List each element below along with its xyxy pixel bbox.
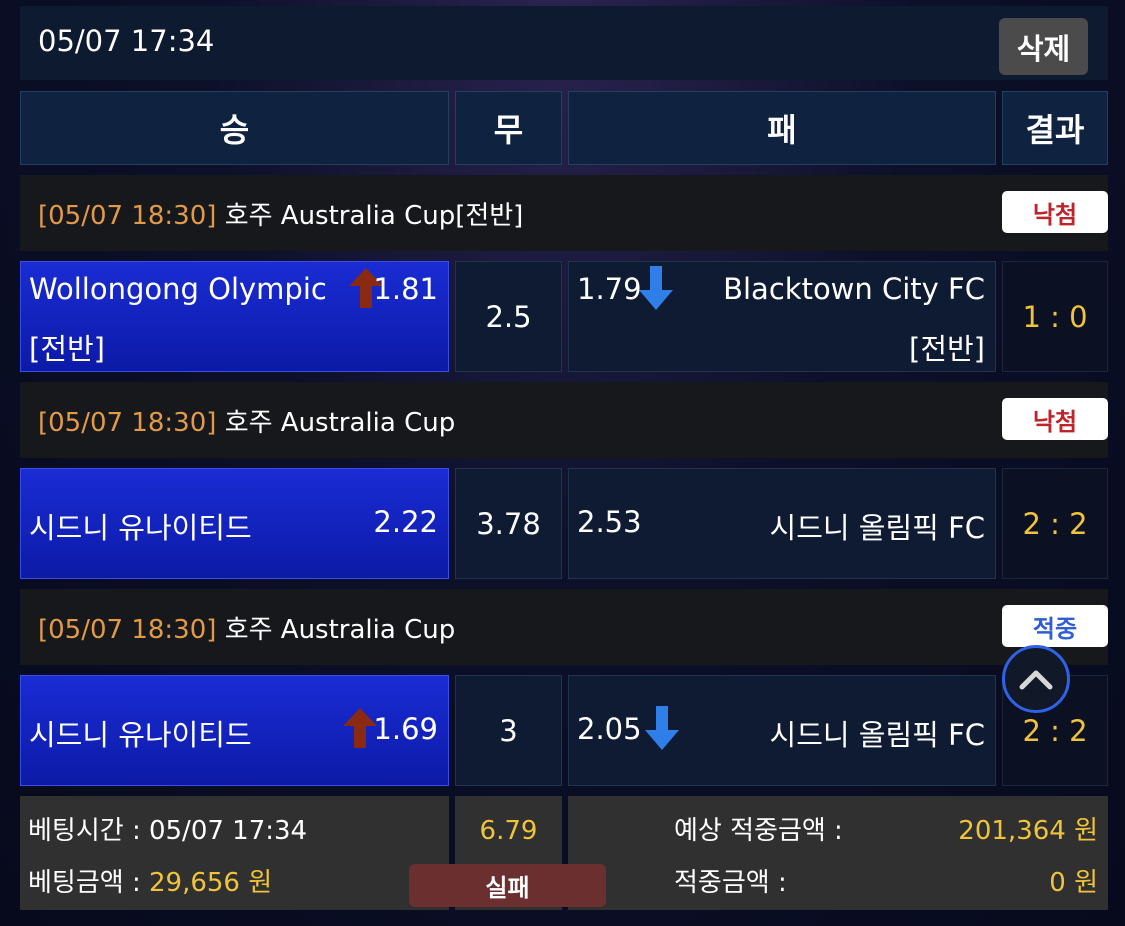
expected-win-label: 예상 적중금액 : xyxy=(674,816,843,846)
column-header-result: 결과 xyxy=(1002,91,1108,165)
match-date: [05/07 18:30] xyxy=(38,201,217,231)
total-odd: 6.79 xyxy=(479,816,538,846)
draw-odd-cell[interactable]: 2.5 xyxy=(455,261,562,372)
draw-odd-cell[interactable]: 3.78 xyxy=(455,468,562,579)
bet-slip-header: 05/07 17:34 삭제 xyxy=(20,6,1108,80)
bet-summary-right: 예상 적중금액 : 201,364 원 적중금액 : 0 원 xyxy=(568,796,1108,910)
home-odd: 1.69 xyxy=(373,712,438,746)
home-odd-cell[interactable]: Wollongong Olympic [전반] 1.81 xyxy=(20,261,449,372)
match-league-row: [05/07 18:30] 호주 Australia Cup 적중 xyxy=(20,589,1108,665)
match-score: 2 : 2 xyxy=(1002,468,1108,579)
away-team-name: Blacktown City FC xyxy=(723,272,985,306)
bet-summary-left: 베팅시간 : 05/07 17:34 베팅금액 : 29,656 원 xyxy=(20,796,449,910)
bet-time: 베팅시간 : 05/07 17:34 xyxy=(28,816,308,846)
league-name: 호주 Australia Cup xyxy=(224,615,456,645)
status-badge: 적중 xyxy=(1002,605,1108,647)
arrow-down-icon xyxy=(639,266,673,310)
home-odd: 2.22 xyxy=(373,505,438,539)
bet-status-badge: 실패 xyxy=(409,864,606,907)
home-odd-cell[interactable]: 시드니 유나이티드 1.69 xyxy=(20,675,449,786)
match-score: 1 : 0 xyxy=(1002,261,1108,372)
away-team-name: 시드니 올림픽 FC xyxy=(769,511,985,545)
delete-button[interactable]: 삭제 xyxy=(999,18,1088,75)
league-name: 호주 Australia Cup[전반] xyxy=(224,201,524,231)
home-odd-cell[interactable]: 시드니 유나이티드 2.22 xyxy=(20,468,449,579)
home-team-name: 시드니 유나이티드 xyxy=(29,718,252,752)
bet-amount-value: 29,656 원 xyxy=(148,868,273,898)
chevron-up-icon xyxy=(1019,670,1053,690)
bet-amount-label: 베팅금액 : xyxy=(28,868,149,898)
won-amount-label: 적중금액 : xyxy=(674,868,787,898)
match-league-row: [05/07 18:30] 호주 Australia Cup 낙첨 xyxy=(20,382,1108,458)
home-team-name: Wollongong Olympic xyxy=(29,272,327,306)
match-date: [05/07 18:30] xyxy=(38,408,217,438)
draw-odd-cell[interactable]: 3 xyxy=(455,675,562,786)
arrow-down-icon xyxy=(645,706,679,750)
match-date: [05/07 18:30] xyxy=(38,615,217,645)
slip-time: 05/07 17:34 xyxy=(38,24,215,58)
app-frame: 05/07 17:34 삭제 승 무 패 결과 [05/07 18:30] 호주… xyxy=(0,0,1125,926)
match-league-row: [05/07 18:30] 호주 Australia Cup[전반] 낙첨 xyxy=(20,175,1108,251)
away-odd: 2.53 xyxy=(577,505,642,539)
column-header-win: 승 xyxy=(20,91,449,165)
home-team-name: 시드니 유나이티드 xyxy=(29,511,252,545)
status-badge: 낙첨 xyxy=(1002,398,1108,440)
scroll-top-button[interactable] xyxy=(1002,645,1070,713)
expected-win-value: 201,364 원 xyxy=(958,816,1098,846)
away-odd: 1.79 xyxy=(577,272,642,306)
away-odd-cell[interactable]: 2.53 시드니 올림픽 FC xyxy=(568,468,996,579)
away-team-name: 시드니 올림픽 FC xyxy=(769,718,985,752)
away-odd-cell[interactable]: 2.05 시드니 올림픽 FC xyxy=(568,675,996,786)
arrow-up-icon xyxy=(343,708,377,748)
home-team-period: [전반] xyxy=(29,332,105,366)
away-odd-cell[interactable]: 1.79 Blacktown City FC [전반] xyxy=(568,261,996,372)
column-header-draw: 무 xyxy=(455,91,562,165)
away-odd: 2.05 xyxy=(577,712,642,746)
home-odd: 1.81 xyxy=(373,272,438,306)
column-header-lose: 패 xyxy=(568,91,996,165)
won-amount-value: 0 원 xyxy=(1049,868,1098,898)
league-name: 호주 Australia Cup xyxy=(224,408,456,438)
status-badge: 낙첨 xyxy=(1002,191,1108,233)
away-team-period: [전반] xyxy=(909,332,985,366)
